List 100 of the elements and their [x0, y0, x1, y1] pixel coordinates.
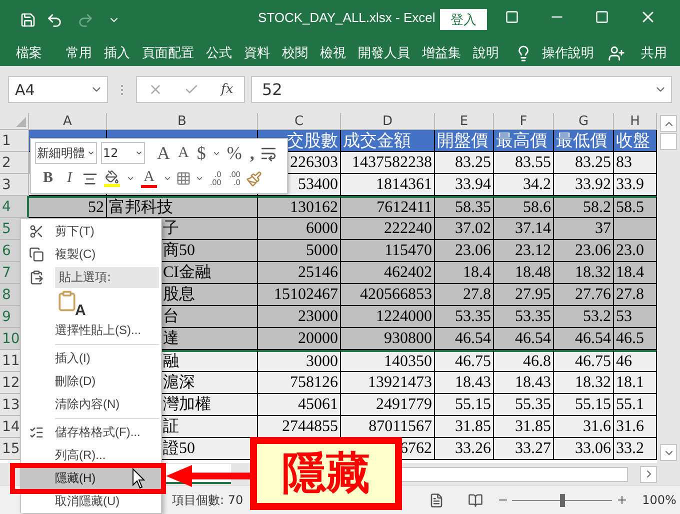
column-header[interactable]: F	[494, 113, 554, 130]
table-cell: 20000	[258, 328, 341, 350]
formula-field[interactable]: 52	[251, 76, 672, 103]
row-header[interactable]: 2	[0, 152, 29, 174]
menu-item[interactable]: 清除內容(N)	[21, 393, 161, 416]
ribbon-tab[interactable]: 校閱	[276, 44, 314, 62]
share-button[interactable]: 共用	[635, 44, 673, 62]
table-cell: 15102467	[258, 284, 341, 306]
table-cell: 55.35	[494, 394, 554, 416]
font-size-select[interactable]: 12	[101, 142, 145, 164]
table-cell: 7612411	[341, 196, 435, 218]
table-cell: 45061	[258, 394, 341, 416]
scroll-up-button[interactable]	[660, 115, 677, 132]
menu-item[interactable]: 儲存格格式(F)...	[21, 421, 161, 444]
table-cell: 46.75	[554, 350, 614, 372]
sign-in-button[interactable]: 登入	[440, 9, 487, 30]
menu-item[interactable]: 剪下(T)	[21, 220, 161, 243]
table-cell: 5000	[258, 240, 341, 262]
normal-view-icon[interactable]	[429, 492, 444, 508]
table-cell: 115470	[341, 240, 435, 262]
header-cell: 收盤	[614, 130, 657, 152]
align-icon[interactable]	[82, 170, 98, 187]
shrink-font-button[interactable]: A	[176, 146, 191, 161]
table-cell: 33.92	[554, 174, 614, 196]
table-cell: 46.8	[494, 350, 554, 372]
mouse-cursor-icon	[132, 468, 146, 490]
ribbon-tab[interactable]: 說明	[467, 44, 505, 62]
column-header[interactable]: D	[341, 113, 435, 130]
column-header[interactable]: G	[554, 113, 614, 130]
table-cell: 31.85	[435, 416, 494, 438]
table-cell: 55.15	[554, 394, 614, 416]
row-header[interactable]: 3	[0, 174, 29, 196]
table-cell: 83.25	[554, 152, 614, 174]
column-header[interactable]: E	[435, 113, 494, 130]
table-cell: 18.4	[614, 262, 657, 284]
table-cell: 222240	[341, 218, 435, 240]
table-cell: 31.85	[494, 416, 554, 438]
paste-icon	[28, 270, 44, 285]
scroll-right-button[interactable]	[640, 466, 657, 482]
undo-icon[interactable]	[46, 12, 63, 28]
row-header[interactable]: 4	[0, 196, 29, 218]
bold-button[interactable]: B	[41, 171, 56, 186]
table-cell: 6000	[258, 218, 341, 240]
table-cell: 58.2	[554, 196, 614, 218]
increase-decimal-button[interactable]: .0 .00	[208, 170, 224, 187]
table-cell: 23000	[258, 306, 341, 328]
ribbon-tab[interactable]: 開發人員	[352, 44, 416, 62]
zoom-thumb[interactable]	[560, 494, 566, 506]
table-cell: 53.2	[554, 306, 614, 328]
table-cell: 462402	[341, 262, 435, 284]
ribbon-tab[interactable]: 檔案	[10, 44, 48, 62]
ribbon-display-icon[interactable]	[505, 8, 519, 26]
table-cell: 1814361	[341, 174, 435, 196]
page-layout-icon[interactable]	[468, 492, 484, 508]
ribbon-tab[interactable]: 插入	[98, 44, 136, 62]
insert-function-button[interactable]: fx	[221, 82, 234, 97]
column-header[interactable]: C	[258, 113, 341, 130]
maximize-icon[interactable]	[595, 8, 609, 26]
scroll-thumb[interactable]	[660, 133, 677, 150]
font-select[interactable]: 新細明體	[35, 142, 97, 164]
scroll-down-button[interactable]	[660, 444, 677, 461]
column-header[interactable]: H	[614, 113, 657, 130]
currency-button[interactable]: $	[194, 144, 208, 162]
ribbon-tab[interactable]: 常用	[60, 44, 98, 62]
header-cell: 最高價	[494, 130, 554, 152]
ribbon-tab[interactable]: 增益集	[416, 44, 467, 62]
ribbon-tab[interactable]: 資料	[238, 44, 276, 62]
fill-color-button[interactable]	[102, 170, 122, 188]
column-header[interactable]: A	[29, 113, 107, 130]
table-cell: 18.1	[614, 372, 657, 394]
table-cell: 23.06	[435, 240, 494, 262]
comma-button[interactable]: ,	[248, 144, 256, 162]
ribbon-tab[interactable]: 公式	[200, 44, 238, 62]
column-header[interactable]: B	[107, 113, 258, 130]
table-cell: 18.48	[494, 262, 554, 284]
name-box[interactable]: A4	[8, 76, 108, 103]
zoom-in-icon[interactable]	[616, 494, 628, 506]
ribbon-tab[interactable]: 頁面配置	[136, 44, 200, 62]
table-cell: 13921473	[341, 372, 435, 394]
tell-me-button[interactable]: 操作說明	[536, 44, 600, 62]
menu-item[interactable]: 選擇性貼上(S)...	[21, 319, 161, 342]
grow-font-button[interactable]: A	[155, 144, 172, 162]
menu-item[interactable]: 刪除(D)	[21, 370, 161, 393]
borders-icon[interactable]	[176, 171, 192, 186]
percent-button[interactable]: %	[224, 144, 244, 162]
header-cell: 成交金額	[341, 130, 435, 152]
ribbon-tab[interactable]: 檢視	[314, 44, 352, 62]
format-painter-icon[interactable]	[246, 170, 262, 187]
italic-button[interactable]: I	[65, 171, 74, 186]
font-color-button[interactable]: A	[139, 170, 160, 188]
decrease-decimal-button[interactable]: .00 .0	[227, 170, 242, 187]
menu-item[interactable]: 插入(I)	[21, 347, 161, 370]
person-add-icon[interactable]	[608, 44, 625, 62]
row-header[interactable]: 1	[0, 130, 29, 152]
save-icon[interactable]	[20, 12, 36, 28]
menu-item[interactable]: 複製(C)	[21, 243, 161, 266]
table-cell: 23.06	[554, 240, 614, 262]
table-cell: 130162	[258, 196, 341, 218]
zoom-level: 100%	[642, 493, 676, 507]
horizontal-scrollbar[interactable]	[401, 466, 628, 482]
